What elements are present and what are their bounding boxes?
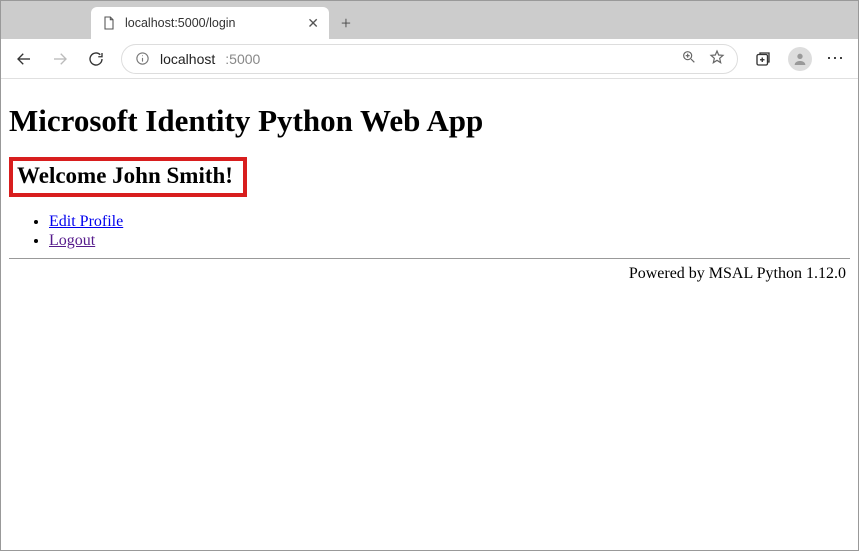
back-button[interactable] [13,48,35,70]
browser-tab[interactable]: localhost:5000/login ✕ [91,7,329,39]
refresh-button[interactable] [85,48,107,70]
forward-button[interactable] [49,48,71,70]
close-tab-icon[interactable]: ✕ [307,16,319,30]
welcome-highlight: Welcome John Smith! [9,157,247,197]
logout-link[interactable]: Logout [49,232,95,249]
page-content: Microsoft Identity Python Web App Welcom… [1,79,858,291]
welcome-text: Welcome John Smith! [17,163,233,189]
collections-icon[interactable] [752,48,774,70]
zoom-icon[interactable] [681,49,697,68]
profile-avatar[interactable] [788,47,812,71]
action-list: Edit Profile Logout [9,213,850,250]
edit-profile-link[interactable]: Edit Profile [49,213,123,230]
footer-text: Powered by MSAL Python 1.12.0 [9,265,850,283]
more-menu-button[interactable]: ⋯ [826,48,846,69]
site-info-icon[interactable] [134,51,150,67]
list-item: Logout [49,232,850,250]
list-item: Edit Profile [49,213,850,231]
page-icon [101,15,117,31]
tab-title: localhost:5000/login [125,16,299,30]
divider [9,258,850,259]
favorite-icon[interactable] [709,49,725,68]
url-host: localhost [160,51,215,67]
browser-toolbar: localhost :5000 ⋯ [1,39,858,79]
address-bar[interactable]: localhost :5000 [121,44,738,74]
url-port: :5000 [225,51,260,67]
browser-titlebar: localhost:5000/login ✕ + [1,1,858,39]
new-tab-button[interactable]: + [329,7,363,39]
page-heading: Microsoft Identity Python Web App [9,103,850,139]
